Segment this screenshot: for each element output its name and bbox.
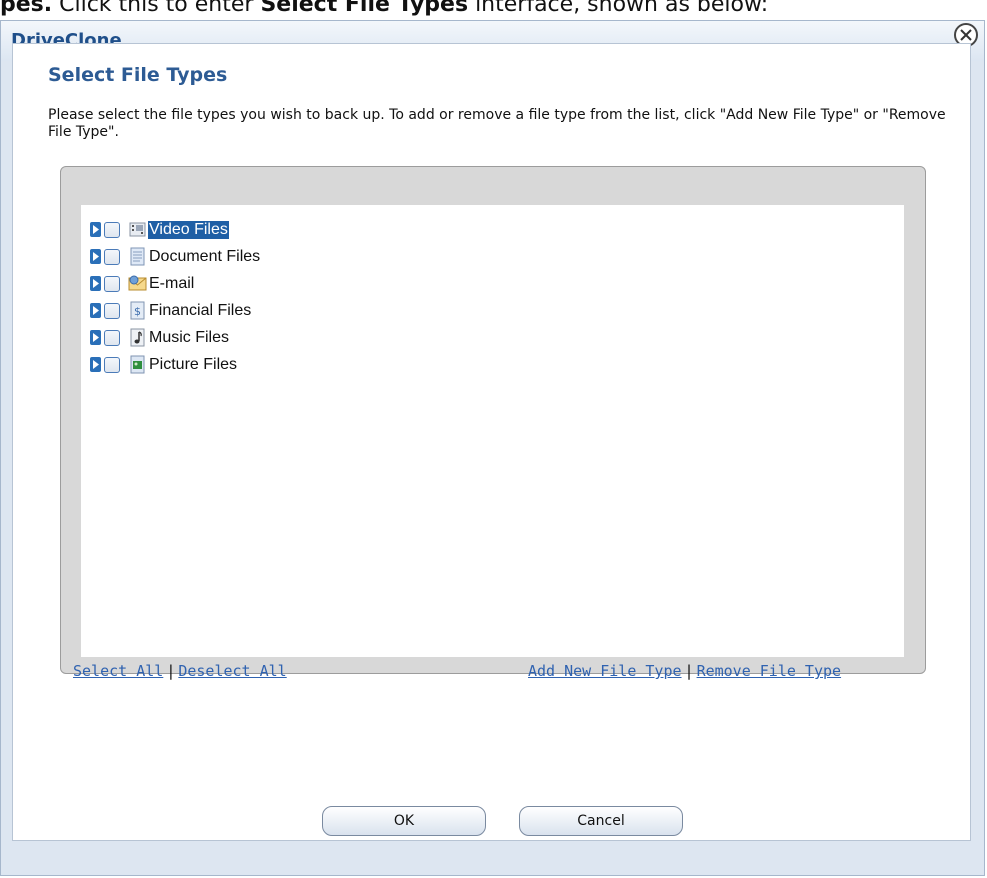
select-all-link[interactable]: Select All bbox=[73, 662, 163, 680]
doc-text-2: interface, shown as below: bbox=[468, 0, 769, 17]
file-type-checkbox[interactable] bbox=[104, 356, 120, 373]
selection-links: Select All | Deselect All bbox=[73, 662, 287, 680]
expand-arrow-icon[interactable] bbox=[90, 222, 101, 237]
close-icon bbox=[960, 29, 972, 41]
doc-prefix: pes. bbox=[0, 0, 53, 17]
document-intro-text: pes. Click this to enter Select File Typ… bbox=[0, 0, 987, 19]
file-type-label[interactable]: Music Files bbox=[148, 329, 230, 347]
file-type-checkbox[interactable] bbox=[104, 248, 120, 265]
file-type-checkbox[interactable] bbox=[104, 302, 120, 319]
financial-icon: $ bbox=[128, 301, 147, 320]
file-type-label[interactable]: Picture Files bbox=[148, 356, 238, 374]
file-type-row[interactable]: $ Financial Files bbox=[90, 297, 261, 324]
file-type-label[interactable]: Video Files bbox=[148, 220, 229, 239]
link-separator: | bbox=[684, 662, 694, 680]
file-type-row[interactable]: Picture Files bbox=[90, 351, 261, 378]
file-type-tree: Video Files Document Files E-mail $ Financia… bbox=[90, 216, 261, 378]
svg-text:$: $ bbox=[134, 305, 141, 318]
file-type-row[interactable]: Document Files bbox=[90, 243, 261, 270]
expand-arrow-icon[interactable] bbox=[90, 357, 101, 372]
add-new-file-type-link[interactable]: Add New File Type bbox=[528, 662, 682, 680]
file-type-list[interactable]: Video Files Document Files E-mail $ Financia… bbox=[81, 205, 904, 657]
expand-arrow-icon[interactable] bbox=[90, 249, 101, 264]
file-type-checkbox[interactable] bbox=[104, 329, 120, 346]
file-type-row[interactable]: Video Files bbox=[90, 216, 261, 243]
link-separator: | bbox=[166, 662, 176, 680]
file-type-label[interactable]: Financial Files bbox=[148, 302, 252, 320]
file-type-label[interactable]: Document Files bbox=[148, 248, 261, 266]
email-icon bbox=[128, 274, 147, 293]
expand-arrow-icon[interactable] bbox=[90, 303, 101, 318]
expand-arrow-icon[interactable] bbox=[90, 276, 101, 291]
cancel-button[interactable]: Cancel bbox=[519, 806, 683, 836]
file-type-label[interactable]: E-mail bbox=[148, 275, 195, 293]
instructions-text: Please select the file types you wish to… bbox=[48, 107, 946, 140]
video-icon bbox=[128, 220, 147, 239]
doc-bold-term: Select File Types bbox=[260, 0, 469, 17]
ok-button[interactable]: OK bbox=[322, 806, 486, 836]
page-title: Select File Types bbox=[48, 64, 228, 86]
file-type-checkbox[interactable] bbox=[104, 221, 120, 238]
expand-arrow-icon[interactable] bbox=[90, 330, 101, 345]
document-icon bbox=[128, 247, 147, 266]
file-type-row[interactable]: E-mail bbox=[90, 270, 261, 297]
file-type-row[interactable]: Music Files bbox=[90, 324, 261, 351]
remove-file-type-link[interactable]: Remove File Type bbox=[697, 662, 842, 680]
file-type-checkbox[interactable] bbox=[104, 275, 120, 292]
file-type-links: Add New File Type | Remove File Type bbox=[528, 662, 841, 680]
picture-icon bbox=[128, 355, 147, 374]
deselect-all-link[interactable]: Deselect All bbox=[178, 662, 286, 680]
music-icon bbox=[128, 328, 147, 347]
doc-text-1: Click this to enter bbox=[52, 0, 261, 17]
